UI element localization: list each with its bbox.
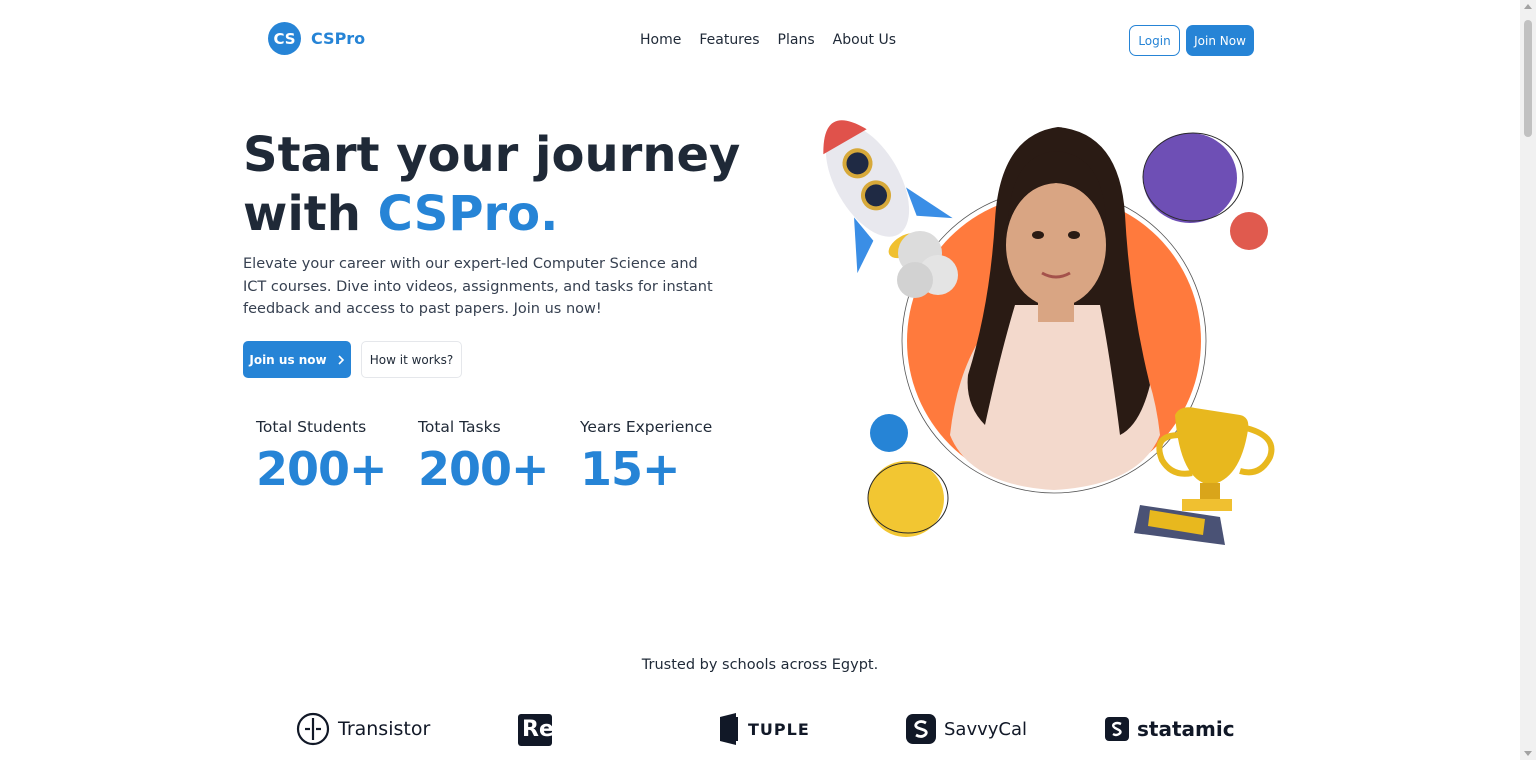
- logo-label: Reform: [522, 716, 613, 742]
- login-button[interactable]: Login: [1129, 25, 1180, 56]
- logo-tuple: TUPLE: [718, 710, 810, 748]
- stat-years-experience: Years Experience 15+: [580, 418, 742, 496]
- how-it-works-button[interactable]: How it works?: [361, 341, 462, 378]
- red-dot: [1230, 212, 1268, 250]
- trusted-heading: Trusted by schools across Egypt.: [641, 657, 879, 673]
- hero-description: Elevate your career with our expert-led …: [243, 256, 713, 317]
- logo-label: statamic: [1137, 717, 1235, 741]
- stat-label: Total Students: [256, 418, 367, 436]
- transistor-icon: [296, 712, 330, 746]
- stat-value: 15+: [580, 442, 681, 496]
- logo-label: TUPLE: [748, 719, 810, 739]
- join-us-now-button[interactable]: Join us now: [243, 341, 351, 378]
- hero-illustration: [823, 120, 1275, 545]
- hero-title-line1: Start your journey: [243, 127, 741, 183]
- trusted-logos: Transistor Reform TUPLE SavvyCal statami…: [0, 710, 1520, 750]
- blue-dot: [870, 414, 908, 452]
- stat-value: 200+: [418, 442, 550, 496]
- stats-row: Total Students 200+ Total Tasks 200+ Yea…: [256, 418, 742, 496]
- scroll-up-icon[interactable]: [1524, 4, 1532, 9]
- site-header: CS CSPro Home Features Plans About Us Lo…: [0, 0, 1520, 82]
- brand-logo[interactable]: CS CSPro: [268, 22, 365, 55]
- stat-label: Total Tasks: [418, 418, 501, 436]
- chevron-right-icon: [338, 354, 344, 365]
- logo-reform: Reform: [518, 710, 612, 748]
- statamic-icon: [1105, 717, 1129, 741]
- logo-text: CSPro: [311, 29, 366, 48]
- logo-savvycal: SavvyCal: [906, 710, 1027, 748]
- main-nav: Home Features Plans About Us: [640, 32, 896, 48]
- savvycal-icon: [906, 714, 936, 744]
- scroll-down-icon[interactable]: [1524, 751, 1532, 756]
- stat-total-tasks: Total Tasks 200+: [418, 418, 580, 496]
- stat-total-students: Total Students 200+: [256, 418, 418, 496]
- logo-badge: CS: [268, 22, 301, 55]
- logo-label: Transistor: [338, 718, 431, 740]
- hero-title-accent: CSPro.: [377, 186, 559, 242]
- join-us-now-label: Join us now: [249, 352, 327, 367]
- join-now-button[interactable]: Join Now: [1186, 25, 1254, 56]
- hero-title: Start your journey with CSPro.: [243, 126, 763, 244]
- logo-label: SavvyCal: [944, 718, 1028, 740]
- logo-transistor: Transistor: [296, 710, 430, 748]
- hero-title-line2-prefix: with: [243, 186, 378, 242]
- nav-plans[interactable]: Plans: [778, 32, 815, 48]
- stat-label: Years Experience: [580, 418, 713, 436]
- page-scrollbar[interactable]: [1520, 0, 1536, 760]
- nav-home[interactable]: Home: [640, 32, 681, 48]
- stat-value: 200+: [256, 442, 388, 496]
- tuple-icon: [720, 713, 738, 745]
- logo-statamic: statamic: [1105, 710, 1235, 748]
- nav-features[interactable]: Features: [699, 32, 759, 48]
- nav-about-us[interactable]: About Us: [833, 32, 896, 48]
- scroll-thumb[interactable]: [1524, 20, 1532, 137]
